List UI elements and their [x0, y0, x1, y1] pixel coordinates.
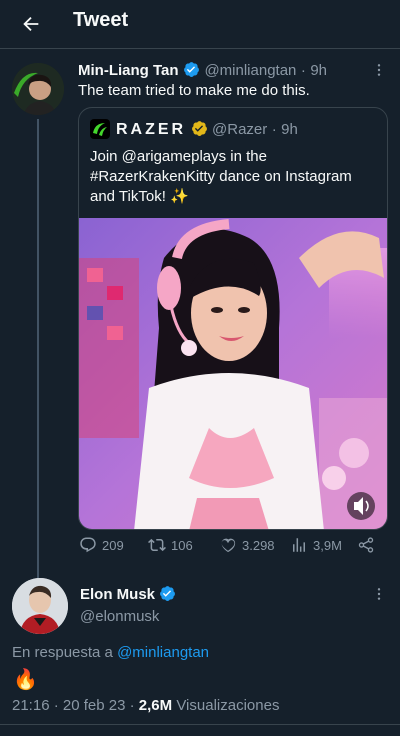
tweet-time[interactable]: 21:16	[12, 697, 50, 714]
reply-tweet-text: The team tried to make me do this.	[78, 82, 310, 99]
quoted-tweet-time: 9h	[281, 121, 298, 138]
page-title: Tweet	[73, 9, 129, 31]
quoted-text-line: #RazerKrakenKitty dance on Instagram	[90, 168, 352, 185]
retweet-count: 106	[171, 537, 193, 553]
verified-gold-badge-icon	[191, 121, 207, 136]
tweet-timestamp-row: 21:16 · 20 feb 23 · 2,6M Visualizaciones	[12, 697, 279, 714]
video-thumbnail[interactable]	[79, 218, 387, 529]
reply-icon	[80, 537, 96, 553]
views-chart-icon	[293, 538, 305, 552]
avatar-minliangtan[interactable]	[12, 63, 64, 115]
reply-tweet-meta: Min-Liang Tan @minliangtan · 9h	[78, 61, 327, 80]
more-options-icon[interactable]	[369, 60, 389, 80]
meta-separator: ·	[129, 697, 135, 714]
views-count: 3,9M	[313, 537, 342, 553]
bottom-divider	[0, 724, 400, 725]
quoted-tweet-meta: RAZER @Razer · 9h	[116, 120, 298, 139]
share-icon	[358, 537, 374, 553]
reply-prefix: En respuesta a	[12, 644, 113, 661]
reply-context: En respuesta a @minliangtan	[12, 644, 209, 661]
reply-action[interactable]: 209	[79, 535, 124, 555]
retweet-action[interactable]: 106	[148, 535, 193, 555]
share-action[interactable]	[357, 535, 375, 555]
meta-separator: ·	[271, 121, 277, 138]
thread-connector-line	[37, 119, 39, 579]
like-action[interactable]: 3.298	[219, 535, 275, 555]
views-total: 2,6M	[138, 697, 173, 714]
more-options-icon[interactable]	[369, 584, 389, 604]
avatar-elonmusk[interactable]	[12, 578, 68, 634]
quoted-tweet-card[interactable]: RAZER @Razer · 9h Join @arigameplays in …	[78, 107, 388, 530]
views-action[interactable]: 3,9M	[290, 535, 342, 555]
like-count: 3.298	[242, 537, 275, 553]
meta-separator: ·	[53, 697, 59, 714]
quoted-author-handle: @Razer	[212, 121, 268, 138]
tweet-time[interactable]: 9h	[310, 62, 327, 79]
quoted-text-line: and TikTok! ✨	[90, 188, 189, 205]
heart-icon	[221, 538, 236, 553]
main-tweet-text: 🔥	[13, 669, 38, 691]
main-tweet-author: Elon Musk	[80, 585, 176, 604]
author-name[interactable]: Elon Musk	[80, 586, 155, 603]
author-name[interactable]: Min-Liang Tan	[78, 62, 179, 79]
meta-separator: ·	[300, 62, 306, 79]
author-handle[interactable]: @elonmusk	[80, 608, 159, 625]
quoted-author-name: RAZER	[116, 121, 187, 138]
verified-badge-icon	[184, 62, 199, 77]
quoted-text-line: Join @arigameplays in the	[90, 148, 267, 165]
razer-logo-icon	[90, 119, 110, 139]
back-arrow-icon[interactable]	[16, 9, 46, 39]
tweet-date[interactable]: 20 feb 23	[63, 697, 126, 714]
header-divider	[0, 48, 400, 49]
reply-count: 209	[102, 537, 124, 553]
top-bar: Tweet	[0, 0, 400, 48]
views-label: Visualizaciones	[176, 697, 280, 714]
reply-to-link[interactable]: @minliangtan	[117, 644, 209, 661]
quoted-tweet-text: Join @arigameplays in the #RazerKrakenKi…	[90, 147, 380, 207]
verified-badge-icon	[160, 586, 176, 601]
retweet-icon	[148, 538, 166, 552]
author-handle[interactable]: @minliangtan	[204, 62, 296, 79]
